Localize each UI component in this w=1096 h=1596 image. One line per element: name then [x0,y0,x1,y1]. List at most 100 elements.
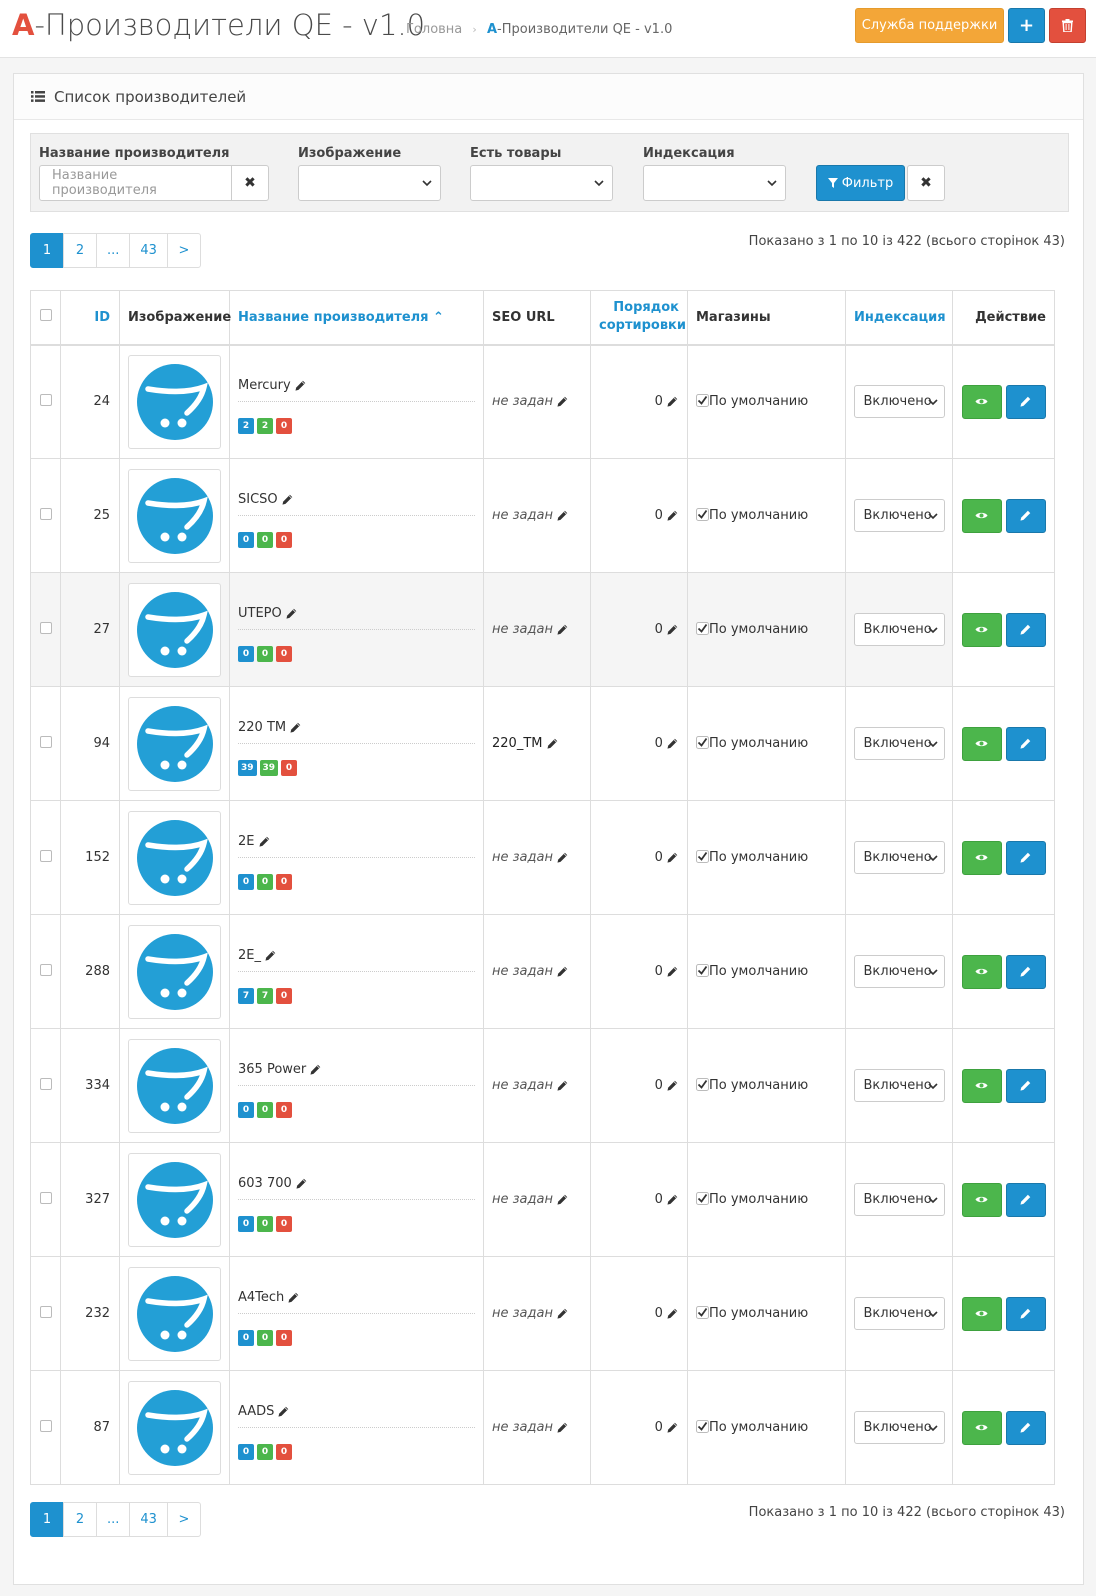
pencil-icon[interactable] [278,1406,289,1417]
page-link[interactable]: 1 [30,1502,64,1537]
sort-order-value[interactable]: 0 [655,964,663,979]
manufacturer-name[interactable]: SICSO [238,484,475,516]
column-name[interactable]: Название производителя ⌃ [229,290,484,346]
page-link[interactable]: ... [96,1502,131,1537]
sort-order-value[interactable]: 0 [655,622,663,637]
pencil-icon[interactable] [557,396,568,407]
filter-products-select[interactable] [470,165,613,201]
row-checkbox[interactable] [39,1077,52,1090]
view-button[interactable] [961,612,1002,647]
indexing-select[interactable]: Включено [853,1183,945,1216]
row-checkbox[interactable] [39,621,52,634]
page-link[interactable]: 43 [129,233,168,268]
row-checkbox[interactable] [39,735,52,748]
pencil-icon[interactable] [310,1064,321,1075]
pencil-icon[interactable] [282,494,293,505]
pencil-icon[interactable] [557,510,568,521]
page-link[interactable]: 2 [63,1502,97,1537]
pencil-icon[interactable] [290,722,301,733]
manufacturer-name[interactable]: 2E_ [238,940,475,972]
pencil-icon[interactable] [667,966,678,977]
checkmark-icon[interactable] [696,508,709,521]
edit-button[interactable] [1005,1296,1046,1331]
pencil-icon[interactable] [286,608,297,619]
filter-button[interactable]: Фильтр [816,165,905,201]
manufacturer-name[interactable]: 2E [238,826,475,858]
indexing-select[interactable]: Включено [853,499,945,532]
support-button[interactable]: Служба поддержки [855,8,1004,43]
checkmark-icon[interactable] [696,1078,709,1091]
pencil-icon[interactable] [667,510,678,521]
seo-url[interactable]: не задан [492,964,553,979]
sort-order-value[interactable]: 0 [655,1078,663,1093]
manufacturer-name[interactable]: 220 TM [238,712,475,744]
checkmark-icon[interactable] [696,736,709,749]
checkmark-icon[interactable] [696,622,709,635]
view-button[interactable] [961,1182,1002,1217]
pencil-icon[interactable] [557,1422,568,1433]
seo-url[interactable]: не задан [492,1192,553,1207]
pencil-icon[interactable] [557,1308,568,1319]
checkmark-icon[interactable] [696,850,709,863]
edit-button[interactable] [1005,954,1046,989]
manufacturer-name[interactable]: 603 700 [238,1168,475,1200]
pencil-icon[interactable] [667,396,678,407]
add-button[interactable]: + [1008,8,1045,43]
column-indexing[interactable]: Индексация [845,290,953,346]
seo-url[interactable]: не задан [492,394,553,409]
pencil-icon[interactable] [667,1422,678,1433]
pencil-icon[interactable] [667,1194,678,1205]
column-id[interactable]: ID [60,290,120,346]
filter-name-clear-button[interactable]: ✖ [231,165,269,201]
page-link[interactable]: > [166,233,201,268]
pencil-icon[interactable] [296,1178,307,1189]
seo-url[interactable]: не задан [492,1420,553,1435]
column-sort-order[interactable]: Порядок сортировки [590,290,688,346]
pencil-icon[interactable] [557,852,568,863]
page-link[interactable]: 2 [63,233,97,268]
edit-button[interactable] [1005,726,1046,761]
breadcrumb-current[interactable]: A-Производители QE - v1.0 [487,22,672,37]
breadcrumb-home[interactable]: Головна [406,22,462,37]
page-link[interactable]: ... [96,233,131,268]
seo-url[interactable]: не задан [492,850,553,865]
filter-name-input[interactable]: Название производителя [39,165,232,201]
edit-button[interactable] [1005,612,1046,647]
manufacturer-name[interactable]: A4Tech [238,1282,475,1314]
pencil-icon[interactable] [667,852,678,863]
sort-order-value[interactable]: 0 [655,508,663,523]
edit-button[interactable] [1005,1410,1046,1445]
pencil-icon[interactable] [667,1308,678,1319]
row-checkbox[interactable] [39,507,52,520]
checkmark-icon[interactable] [696,1420,709,1433]
pencil-icon[interactable] [547,738,558,749]
pencil-icon[interactable] [557,624,568,635]
sort-order-value[interactable]: 0 [655,850,663,865]
pencil-icon[interactable] [295,380,306,391]
view-button[interactable] [961,726,1002,761]
row-checkbox[interactable] [39,1305,52,1318]
seo-url[interactable]: не задан [492,508,553,523]
view-button[interactable] [961,954,1002,989]
manufacturer-name[interactable]: UTEPO [238,598,475,630]
indexing-select[interactable]: Включено [853,1411,945,1444]
sort-order-value[interactable]: 0 [655,1306,663,1321]
row-checkbox[interactable] [39,963,52,976]
view-button[interactable] [961,498,1002,533]
manufacturer-name[interactable]: 365 Power [238,1054,475,1086]
row-checkbox[interactable] [39,393,52,406]
checkmark-icon[interactable] [696,1306,709,1319]
indexing-select[interactable]: Включено [853,385,945,419]
row-checkbox[interactable] [39,1419,52,1432]
view-button[interactable] [961,1410,1002,1445]
manufacturer-name[interactable]: AADS [238,1396,475,1428]
edit-button[interactable] [1005,1182,1046,1217]
sort-order-value[interactable]: 0 [655,736,663,751]
edit-button[interactable] [1005,840,1046,875]
sort-order-value[interactable]: 0 [655,394,663,409]
view-button[interactable] [961,1296,1002,1331]
select-all-checkbox[interactable] [39,309,52,322]
row-checkbox[interactable] [39,1191,52,1204]
seo-url[interactable]: не задан [492,1078,553,1093]
edit-button[interactable] [1005,1068,1046,1103]
